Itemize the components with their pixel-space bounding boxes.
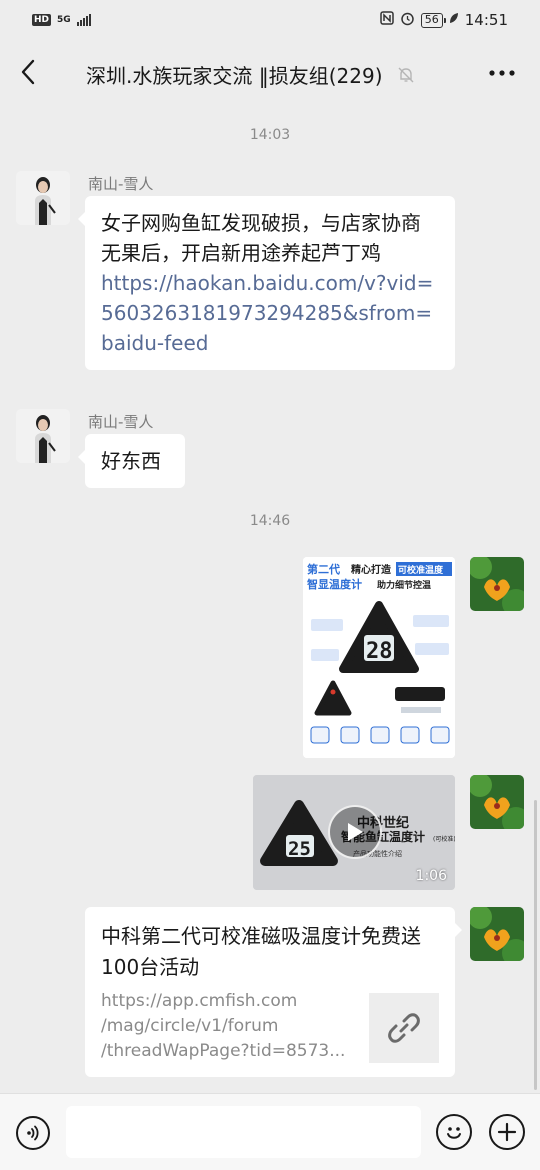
avatar[interactable] (16, 409, 70, 463)
plus-icon (497, 1122, 517, 1142)
link-url-line: https://app.cmfish.com (101, 991, 298, 1011)
message-input[interactable] (66, 1106, 421, 1158)
status-right: 56 14:51 (380, 11, 508, 30)
link-card-url: https://app.cmfish.com /mag/circle/v1/fo… (101, 989, 361, 1064)
link-icon (388, 1013, 420, 1043)
network-label: 5G (57, 14, 71, 25)
back-button[interactable] (10, 54, 46, 90)
img-display: 28 (366, 639, 393, 664)
message-text: 女子网购鱼缸发现破损，与店家协商无果后，开启新用途养起芦丁鸡 (101, 211, 421, 265)
timestamp: 14:46 (249, 513, 291, 529)
message-link[interactable]: https://haokan.baidu.com/v?vid=560326318… (101, 268, 439, 358)
battery-icon: 56 (420, 12, 446, 28)
bell-off-icon (397, 66, 415, 84)
chat-header: 深圳.水族玩家交流 ‖损友组(229) (0, 40, 540, 106)
sender-name: 南山-雪人 (88, 175, 154, 193)
play-icon (348, 823, 363, 841)
hd-badge: HD (32, 14, 52, 26)
link-url-line: /mag/circle/v1/forum (101, 1016, 279, 1036)
plus-button[interactable] (489, 1114, 525, 1150)
input-bar (0, 1093, 540, 1170)
voice-button[interactable] (16, 1116, 50, 1150)
my-avatar[interactable] (470, 775, 524, 829)
emoji-icon (447, 1127, 461, 1139)
img-heading-e: 助力细节控温 (377, 579, 431, 591)
timestamp: 14:03 (249, 127, 291, 143)
scrollbar[interactable] (534, 800, 537, 1090)
chat-title: 深圳.水族玩家交流 ‖损友组(229) (86, 64, 383, 88)
video-display: 25 (288, 838, 311, 860)
avatar[interactable] (16, 171, 70, 225)
link-thumbnail (369, 993, 439, 1063)
link-card-title: 中科第二代可校准磁吸温度计免费送100台活动 (101, 924, 421, 979)
link-url-line: /threadWapPage?tid=8573... (101, 1041, 346, 1061)
play-button[interactable] (328, 805, 382, 859)
video-duration: 1:06 (415, 868, 447, 884)
status-bar: HD 5G 56 14:51 (0, 0, 540, 40)
img-heading-b: 精心打造 (351, 563, 392, 576)
status-time: 14:51 (464, 11, 508, 29)
link-card-message[interactable]: 中科第二代可校准磁吸温度计免费送100台活动 https://app.cmfis… (85, 907, 462, 1077)
signal-icon (76, 14, 91, 26)
title-group: 深圳.水族玩家交流 ‖损友组(229) (86, 60, 415, 89)
my-avatar[interactable] (470, 557, 524, 611)
img-heading-c: 可校准温度 (398, 564, 444, 576)
alarm-icon (400, 11, 415, 30)
nfc-icon (380, 11, 394, 29)
img-heading-a: 第二代 (307, 562, 340, 576)
message-bubble[interactable]: 女子网购鱼缸发现破损，与店家协商无果后，开启新用途养起芦丁鸡 https://h… (78, 196, 455, 370)
message-text: 好东西 (101, 449, 161, 473)
voice-icon (27, 1125, 39, 1141)
emoji-button[interactable] (436, 1114, 472, 1150)
leaf-icon (449, 12, 459, 28)
my-avatar[interactable] (470, 907, 524, 961)
message-content: 女子网购鱼缸发现破损，与店家协商无果后，开启新用途养起芦丁鸡 https://h… (85, 196, 455, 370)
sender-name: 南山-雪人 (88, 413, 154, 431)
video-message[interactable]: 25 中科世纪 智能鱼缸温度计 (可校准) 产品功能性介绍 1:06 (253, 775, 455, 890)
video-overlay-tag: (可校准) (433, 835, 455, 843)
thermometer-ad-image: 第二代 精心打造 可校准温度 智显温度计 助力细节控温 28 (303, 557, 455, 758)
img-heading-d: 智显温度计 (307, 577, 362, 591)
status-left: HD 5G (32, 14, 91, 26)
more-dots-icon (489, 70, 515, 76)
chevron-left-icon (21, 59, 35, 85)
message-bubble[interactable]: 好东西 (78, 434, 185, 488)
image-message[interactable]: 第二代 精心打造 可校准温度 智显温度计 助力细节控温 28 (303, 557, 455, 758)
more-button[interactable] (486, 62, 518, 84)
